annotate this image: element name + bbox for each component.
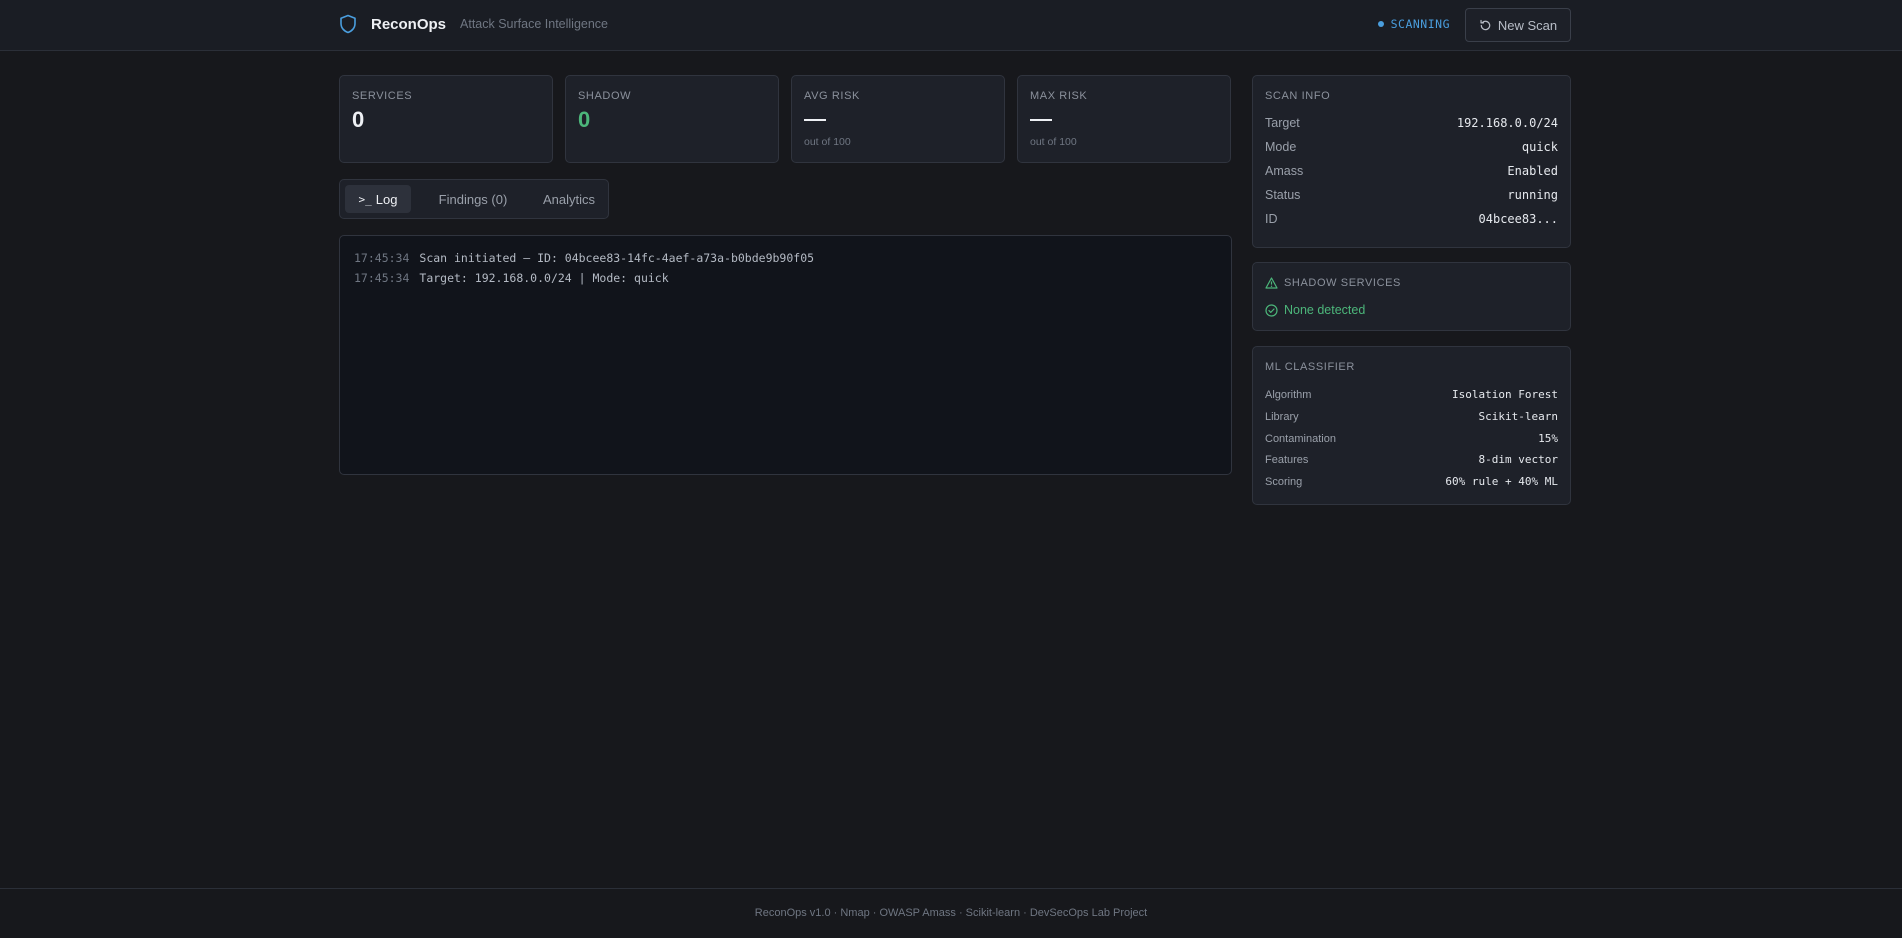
stat-card-avg-risk: AVG RISK out of 100 [791, 75, 1005, 163]
warning-icon [1265, 277, 1278, 289]
info-key: Mode [1265, 140, 1297, 154]
terminal-icon: >_ [358, 192, 372, 206]
info-row-amass: Amass Enabled [1265, 164, 1558, 178]
info-key: ID [1265, 212, 1278, 226]
log-timestamp: 17:45:34 [354, 251, 410, 265]
stat-card-max-risk: MAX RISK out of 100 [1017, 75, 1231, 163]
top-bar: ReconOps Attack Surface Intelligence SCA… [0, 0, 1902, 51]
tab-label: Log [375, 191, 398, 207]
ml-key: Scoring [1265, 475, 1303, 488]
panel-title-text: SHADOW SERVICES [1284, 277, 1401, 289]
ml-row-scoring: Scoring 60% rule + 40% ML [1265, 475, 1558, 488]
info-value: 192.168.0.0/24 [1456, 116, 1558, 130]
tab-bar: >_ Log Findings (0) Analytics [339, 179, 609, 219]
tab-findings[interactable]: Findings (0) [418, 185, 528, 213]
info-row-id: ID 04bcee83... [1265, 212, 1558, 226]
empty-value-dash [804, 119, 826, 121]
empty-value-dash [1030, 119, 1052, 121]
ml-key: Library [1265, 410, 1299, 423]
ml-value: Isolation Forest [1452, 388, 1558, 401]
check-circle-icon [1265, 303, 1278, 317]
shadow-status: None detected [1265, 303, 1365, 317]
status-dot-icon [1377, 21, 1384, 27]
ml-key: Contamination [1265, 432, 1336, 445]
log-message: Target: 192.168.0.0/24 | Mode: quick [419, 271, 669, 285]
ml-classifier-panel: ML CLASSIFIER Algorithm Isolation Forest… [1252, 346, 1571, 505]
tab-log[interactable]: >_ Log [345, 185, 411, 213]
ml-row-library: Library Scikit-learn [1265, 410, 1558, 423]
ml-row-features: Features 8-dim vector [1265, 453, 1558, 466]
scan-info-panel: SCAN INFO Target 192.168.0.0/24 Mode qui… [1252, 75, 1571, 248]
new-scan-label: New Scan [1497, 17, 1558, 33]
log-console[interactable]: 17:45:34 Scan initiated — ID: 04bcee83-14… [339, 235, 1232, 475]
stat-label: SERVICES [352, 90, 413, 102]
info-value: Enabled [1507, 164, 1558, 178]
log-timestamp: 17:45:34 [354, 271, 410, 285]
stat-card-shadow: SHADOW 0 [565, 75, 779, 163]
info-value: running [1507, 188, 1558, 202]
shadow-services-panel: SHADOW SERVICES None detected [1252, 262, 1571, 331]
stat-value: 0 [578, 107, 591, 132]
panel-title: SHADOW SERVICES [1265, 277, 1401, 289]
app-name: ReconOps [371, 15, 447, 33]
ml-row-contamination: Contamination 15% [1265, 432, 1558, 445]
stat-label: AVG RISK [804, 90, 860, 102]
panel-title: SCAN INFO [1265, 90, 1331, 102]
info-value: 04bcee83... [1478, 212, 1558, 226]
tab-label: Analytics [542, 191, 596, 207]
refresh-icon [1480, 19, 1491, 30]
ml-value: 8-dim vector [1478, 453, 1558, 466]
stat-sub: out of 100 [804, 136, 851, 148]
status-text: SCANNING [1390, 17, 1450, 31]
tab-analytics[interactable]: Analytics [533, 185, 605, 213]
ml-value: Scikit-learn [1478, 410, 1558, 423]
log-line: 17:45:34 Scan initiated — ID: 04bcee83-14… [354, 251, 814, 265]
stat-label: MAX RISK [1030, 90, 1088, 102]
tab-label: Findings (0) [438, 191, 508, 207]
new-scan-button[interactable]: New Scan [1465, 8, 1571, 42]
ml-key: Algorithm [1265, 388, 1312, 401]
info-key: Status [1265, 188, 1301, 202]
stat-sub: out of 100 [1030, 136, 1077, 148]
log-line: 17:45:34 Target: 192.168.0.0/24 | Mode: q… [354, 271, 669, 285]
footer-text: ReconOps v1.0 · Nmap · OWASP Amass · Sci… [754, 907, 1148, 919]
app-subtitle: Attack Surface Intelligence [460, 17, 609, 31]
stat-value: 0 [352, 107, 365, 132]
ml-value: 15% [1538, 432, 1558, 445]
ml-row-algorithm: Algorithm Isolation Forest [1265, 388, 1558, 401]
info-row-mode: Mode quick [1265, 140, 1558, 154]
info-key: Target [1265, 116, 1300, 130]
info-value: quick [1521, 140, 1558, 154]
info-key: Amass [1265, 164, 1304, 178]
footer: ReconOps v1.0 · Nmap · OWASP Amass · Sci… [0, 888, 1902, 938]
scan-status: SCANNING [1377, 17, 1450, 31]
log-message: Scan initiated — ID: 04bcee83-14fc-4aef-… [419, 251, 815, 265]
ml-value: 60% rule + 40% ML [1445, 475, 1558, 488]
brand: ReconOps Attack Surface Intelligence [339, 14, 608, 34]
stat-card-services: SERVICES 0 [339, 75, 553, 163]
info-row-target: Target 192.168.0.0/24 [1265, 116, 1558, 130]
ml-key: Features [1265, 453, 1309, 466]
panel-title: ML CLASSIFIER [1265, 361, 1355, 373]
shield-icon [340, 14, 356, 34]
shadow-status-text: None detected [1284, 303, 1366, 317]
stat-label: SHADOW [578, 90, 632, 102]
info-row-status: Status running [1265, 188, 1558, 202]
